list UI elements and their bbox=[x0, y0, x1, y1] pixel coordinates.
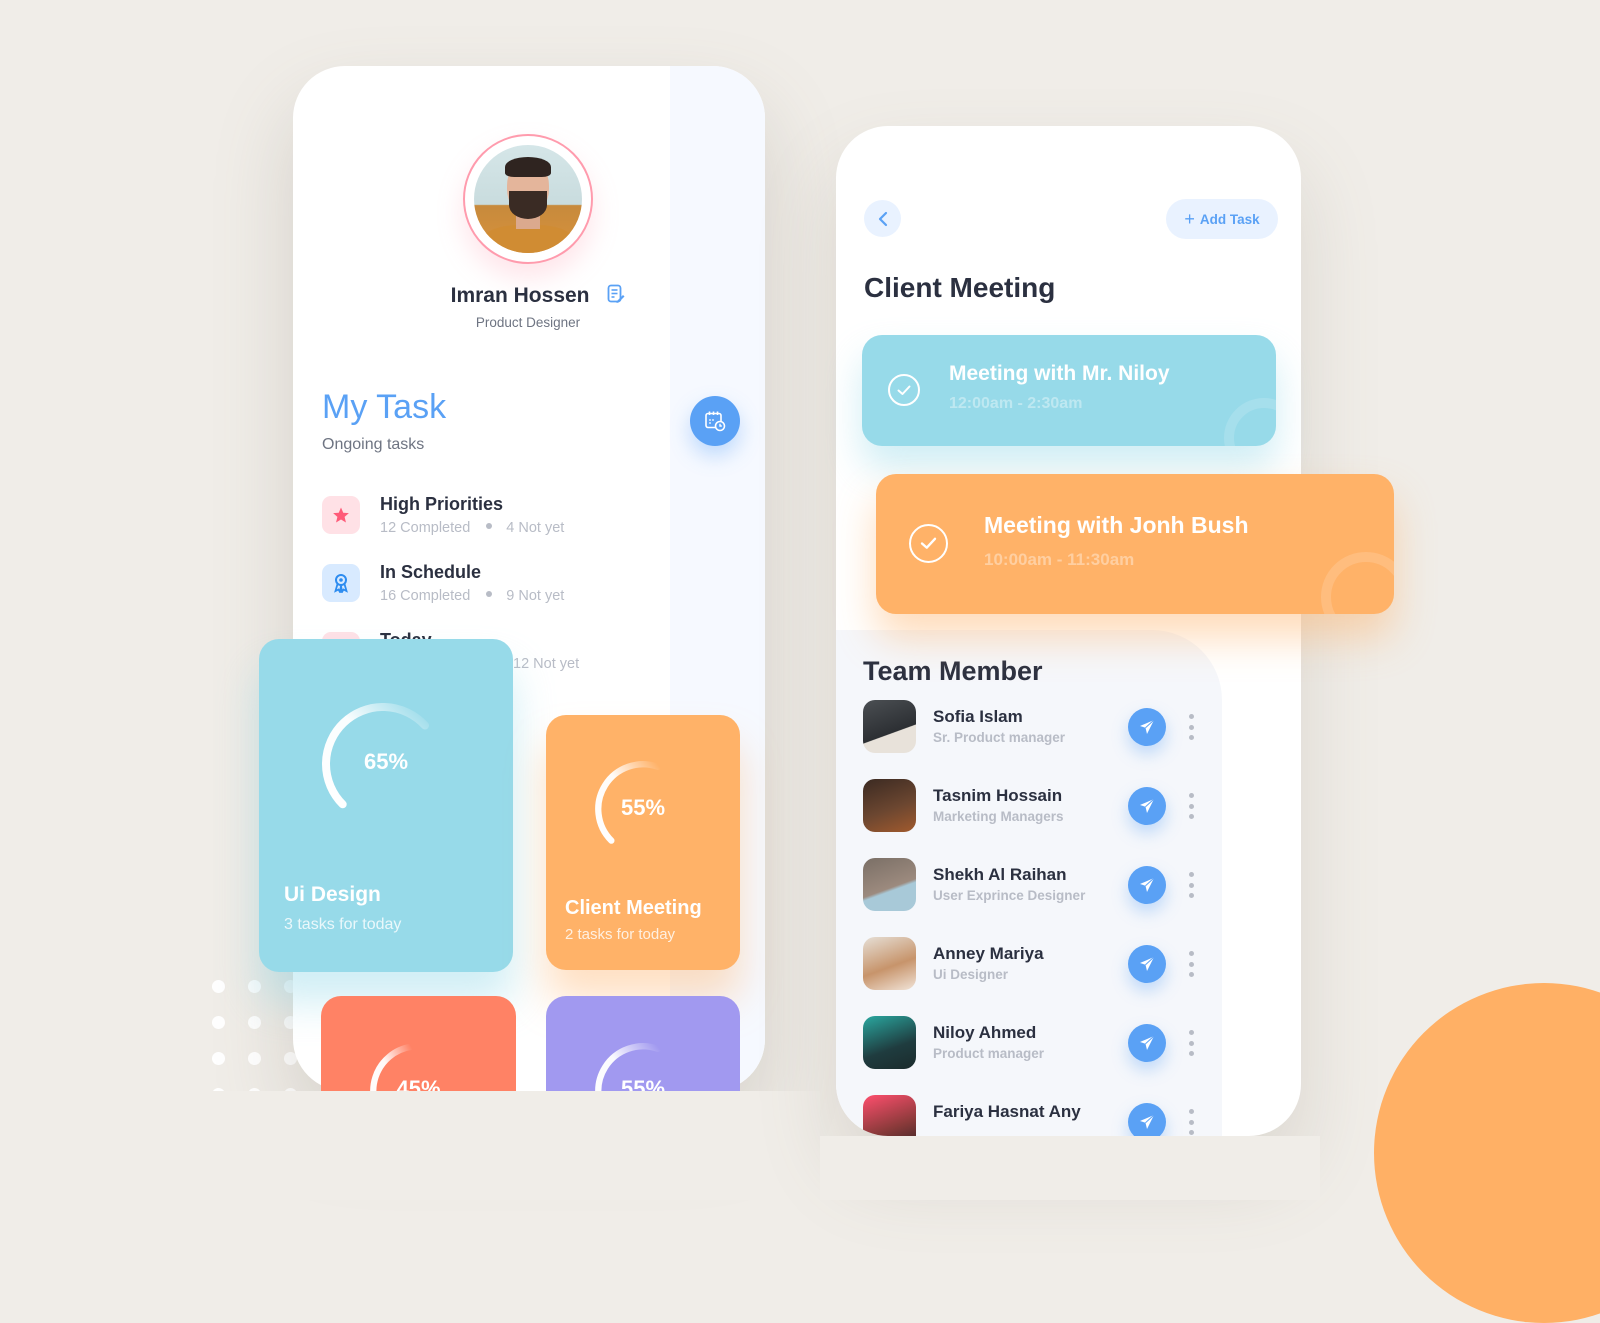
project-title: Client Meeting bbox=[565, 897, 702, 919]
star-icon bbox=[322, 496, 360, 534]
send-message-button[interactable] bbox=[1128, 787, 1166, 825]
progress-label: 55% bbox=[620, 795, 666, 820]
decorative-dot bbox=[212, 1052, 225, 1065]
edit-note-icon[interactable] bbox=[607, 284, 625, 304]
my-task-subtitle: Ongoing tasks bbox=[322, 436, 425, 453]
profile-avatar[interactable] bbox=[463, 134, 593, 264]
member-name: Niloy Ahmed bbox=[933, 1023, 1037, 1042]
team-heading: Team Member bbox=[863, 656, 1043, 686]
member-name: Shekh Al Raihan bbox=[933, 865, 1067, 884]
project-card-ui-design[interactable]: 65% Ui Design 3 tasks for today bbox=[259, 639, 513, 972]
more-options-icon[interactable] bbox=[1186, 793, 1196, 819]
member-avatar bbox=[863, 937, 916, 990]
background-mask bbox=[0, 1091, 820, 1200]
meeting-card[interactable]: Meeting with Mr. Niloy 12:00am - 2:30am bbox=[862, 335, 1276, 446]
add-task-label: Add Task bbox=[1199, 211, 1260, 227]
project-subtitle: 2 tasks for today bbox=[565, 926, 676, 943]
award-ribbon-icon bbox=[322, 564, 360, 602]
member-name: Sofia Islam bbox=[933, 707, 1023, 726]
team-member-row[interactable]: Fariya Hasnat Any bbox=[863, 1095, 1223, 1136]
send-message-button[interactable] bbox=[1128, 1103, 1166, 1136]
meeting-title: Meeting with Mr. Niloy bbox=[949, 362, 1170, 385]
check-circle-icon[interactable] bbox=[888, 374, 920, 406]
check-circle-icon[interactable] bbox=[909, 524, 948, 563]
page-title: Client Meeting bbox=[864, 272, 1056, 303]
meeting-time: 12:00am - 2:30am bbox=[949, 395, 1083, 412]
paper-plane-icon bbox=[1140, 956, 1155, 971]
paper-plane-icon bbox=[1140, 877, 1155, 892]
decorative-dot bbox=[212, 1016, 225, 1029]
paper-plane-icon bbox=[1140, 1035, 1155, 1050]
add-task-button[interactable]: + Add Task bbox=[1166, 199, 1278, 239]
paper-plane-icon bbox=[1140, 719, 1155, 734]
progress-label: 65% bbox=[363, 749, 409, 774]
send-message-button[interactable] bbox=[1128, 945, 1166, 983]
task-category-name: High Priorities bbox=[380, 494, 504, 514]
paper-plane-icon bbox=[1140, 798, 1155, 813]
task-category-stats: 12 Completed 4 Not yet bbox=[380, 520, 564, 536]
member-role: Product manager bbox=[933, 1046, 1045, 1061]
paper-plane-icon bbox=[1140, 1114, 1155, 1129]
member-avatar bbox=[863, 1016, 916, 1069]
more-options-icon[interactable] bbox=[1186, 1030, 1196, 1056]
member-role: Ui Designer bbox=[933, 967, 1009, 982]
member-role: Marketing Managers bbox=[933, 809, 1064, 824]
pending-count: 9 Not yet bbox=[506, 588, 565, 604]
project-card-client-meeting[interactable]: 55% Client Meeting 2 tasks for today bbox=[546, 715, 740, 970]
team-member-row[interactable]: Niloy Ahmed Product manager bbox=[863, 1016, 1223, 1072]
send-message-button[interactable] bbox=[1128, 708, 1166, 746]
member-avatar bbox=[863, 858, 916, 911]
more-options-icon[interactable] bbox=[1186, 714, 1196, 740]
client-meeting-screen: + Add Task Client Meeting Team Member So… bbox=[836, 126, 1301, 1136]
calendar-button[interactable] bbox=[690, 396, 740, 446]
meeting-card[interactable]: Meeting with Jonh Bush 10:00am - 11:30am bbox=[876, 474, 1394, 614]
background-mask bbox=[820, 1136, 1320, 1200]
decorative-ring bbox=[1321, 552, 1394, 614]
more-options-icon[interactable] bbox=[1186, 951, 1196, 977]
decorative-dot bbox=[248, 1052, 261, 1065]
back-button[interactable] bbox=[864, 200, 901, 237]
completed-count: 12 Completed bbox=[380, 520, 471, 536]
task-category-high-priorities[interactable]: High Priorities 12 Completed 4 Not yet bbox=[322, 494, 652, 554]
member-name: Fariya Hasnat Any bbox=[933, 1102, 1081, 1121]
team-member-row[interactable]: Anney Mariya Ui Designer bbox=[863, 937, 1223, 993]
member-name: Anney Mariya bbox=[933, 944, 1044, 963]
send-message-button[interactable] bbox=[1128, 1024, 1166, 1062]
send-message-button[interactable] bbox=[1128, 866, 1166, 904]
profile-name-row: Imran Hossen bbox=[293, 284, 765, 308]
member-role: Sr. Product manager bbox=[933, 730, 1066, 745]
avatar-photo bbox=[474, 145, 582, 253]
team-member-row[interactable]: Tasnim Hossain Marketing Managers bbox=[863, 779, 1223, 835]
plus-icon: + bbox=[1184, 208, 1195, 229]
member-role: User Exprince Designer bbox=[933, 888, 1086, 903]
more-options-icon[interactable] bbox=[1186, 872, 1196, 898]
my-task-heading: My Task bbox=[322, 388, 447, 426]
meeting-time: 10:00am - 11:30am bbox=[984, 550, 1135, 569]
decorative-orange-circle bbox=[1374, 983, 1600, 1323]
pending-count: 4 Not yet bbox=[506, 520, 565, 536]
decorative-dot bbox=[248, 1016, 261, 1029]
task-category-stats: 16 Completed 9 Not yet bbox=[380, 588, 564, 604]
chevron-left-icon bbox=[878, 211, 887, 226]
profile-name: Imran Hossen bbox=[450, 284, 590, 307]
task-category-in-schedule[interactable]: In Schedule 16 Completed 9 Not yet bbox=[322, 562, 652, 622]
member-name: Tasnim Hossain bbox=[933, 786, 1063, 805]
member-avatar bbox=[863, 1095, 916, 1136]
member-avatar bbox=[863, 700, 916, 753]
completed-count: 16 Completed bbox=[380, 588, 471, 604]
decorative-dot bbox=[248, 980, 261, 993]
decorative-ring bbox=[1224, 398, 1276, 446]
task-category-name: In Schedule bbox=[380, 562, 482, 582]
project-subtitle: 3 tasks for today bbox=[284, 916, 402, 933]
team-member-row[interactable]: Shekh Al Raihan User Exprince Designer bbox=[863, 858, 1223, 914]
decorative-dot bbox=[212, 980, 225, 993]
more-options-icon[interactable] bbox=[1186, 1109, 1196, 1135]
member-avatar bbox=[863, 779, 916, 832]
meeting-title: Meeting with Jonh Bush bbox=[984, 512, 1249, 538]
project-title: Ui Design bbox=[284, 883, 381, 906]
profile-role: Product Designer bbox=[475, 315, 581, 330]
calendar-clock-icon bbox=[705, 411, 726, 432]
team-member-row[interactable]: Sofia Islam Sr. Product manager bbox=[863, 700, 1223, 756]
pending-count: 12 Not yet bbox=[513, 656, 580, 672]
